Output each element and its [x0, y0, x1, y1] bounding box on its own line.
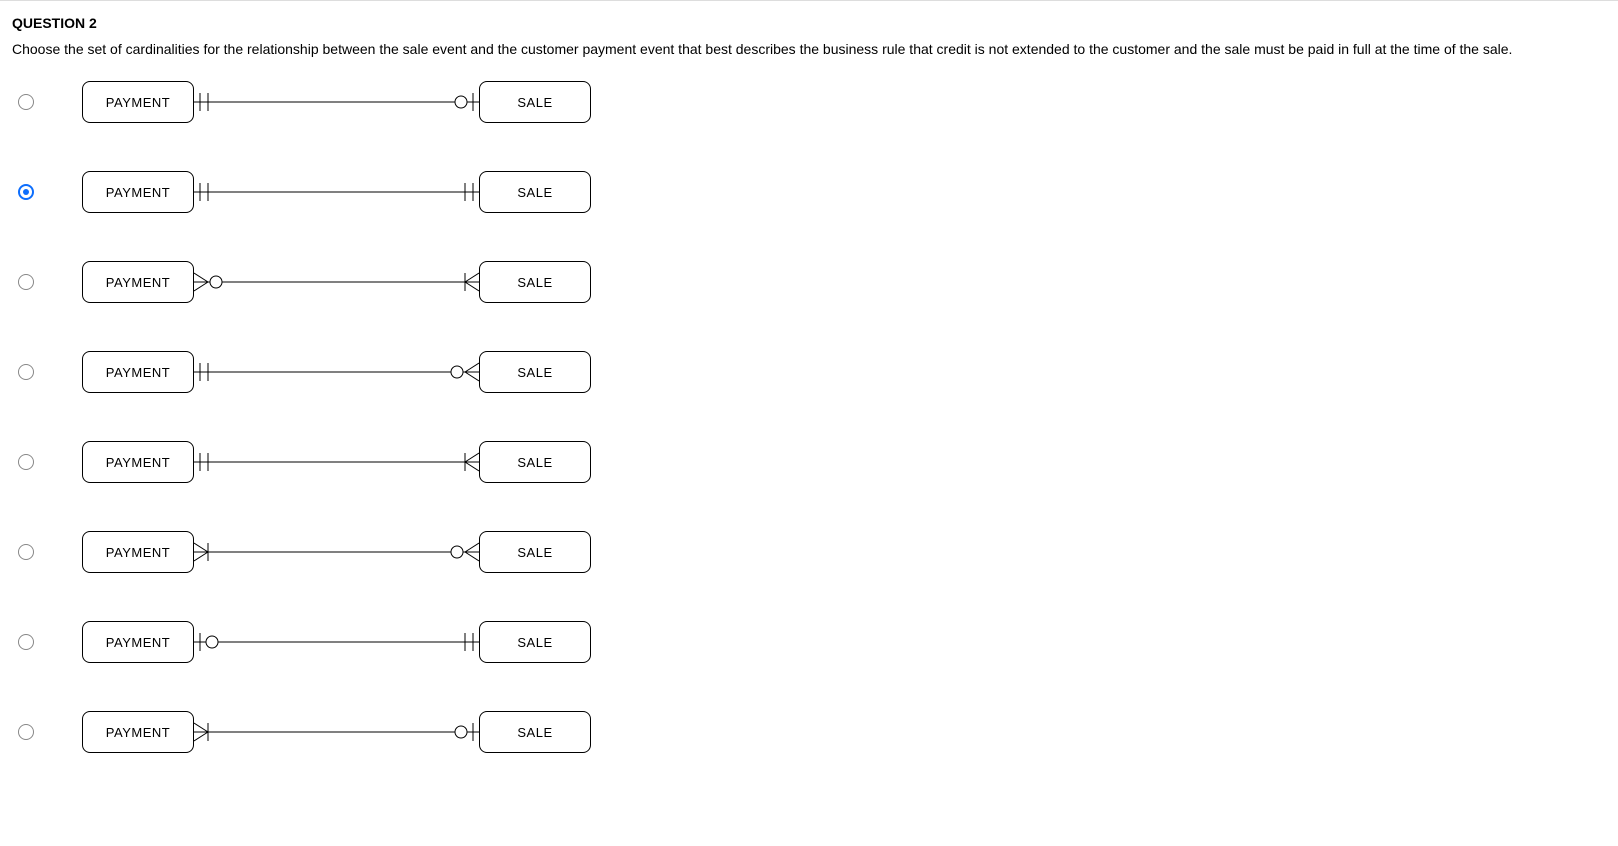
erd-diagram: PAYMENT SALE: [82, 441, 591, 483]
option-radio[interactable]: [18, 724, 34, 740]
option-radio[interactable]: [18, 634, 34, 650]
entity-payment: PAYMENT: [82, 531, 194, 573]
option-radio[interactable]: [18, 454, 34, 470]
entity-payment: PAYMENT: [82, 261, 194, 303]
option-radio[interactable]: [18, 274, 34, 290]
entity-sale: SALE: [479, 261, 591, 303]
erd-diagram: PAYMENT SALE: [82, 261, 591, 303]
entity-payment: PAYMENT: [82, 621, 194, 663]
relationship-line: [194, 351, 479, 393]
entity-sale: SALE: [479, 351, 591, 393]
option-radio[interactable]: [18, 184, 34, 200]
question-number: QUESTION 2: [0, 11, 1618, 41]
erd-diagram: PAYMENT SALE: [82, 171, 591, 213]
erd-diagram: PAYMENT SALE: [82, 531, 591, 573]
relationship-line: [194, 261, 479, 303]
option-radio[interactable]: [18, 364, 34, 380]
option-radio[interactable]: [18, 544, 34, 560]
relationship-line: [194, 711, 479, 753]
entity-payment: PAYMENT: [82, 81, 194, 123]
option-row: PAYMENT SALE: [18, 621, 1618, 663]
erd-diagram: PAYMENT SALE: [82, 81, 591, 123]
option-row: PAYMENT SALE: [18, 81, 1618, 123]
option-row: PAYMENT SALE: [18, 351, 1618, 393]
entity-sale: SALE: [479, 171, 591, 213]
relationship-line: [194, 621, 479, 663]
entity-sale: SALE: [479, 711, 591, 753]
entity-payment: PAYMENT: [82, 171, 194, 213]
option-row: PAYMENT SALE: [18, 171, 1618, 213]
entity-payment: PAYMENT: [82, 441, 194, 483]
erd-diagram: PAYMENT SALE: [82, 621, 591, 663]
entity-sale: SALE: [479, 621, 591, 663]
erd-diagram: PAYMENT SALE: [82, 351, 591, 393]
entity-payment: PAYMENT: [82, 711, 194, 753]
question-text: Choose the set of cardinalities for the …: [0, 41, 1618, 81]
entity-sale: SALE: [479, 81, 591, 123]
erd-diagram: PAYMENT SALE: [82, 711, 591, 753]
entity-sale: SALE: [479, 531, 591, 573]
relationship-line: [194, 441, 479, 483]
entity-payment: PAYMENT: [82, 351, 194, 393]
relationship-line: [194, 531, 479, 573]
options-list: PAYMENTSALEPAYMENTSALEPAYMENTSALEPAYMENT…: [0, 81, 1618, 753]
entity-sale: SALE: [479, 441, 591, 483]
option-radio[interactable]: [18, 94, 34, 110]
relationship-line: [194, 81, 479, 123]
option-row: PAYMENT SALE: [18, 261, 1618, 303]
relationship-line: [194, 171, 479, 213]
option-row: PAYMENT SALE: [18, 531, 1618, 573]
option-row: PAYMENT SALE: [18, 441, 1618, 483]
option-row: PAYMENT SALE: [18, 711, 1618, 753]
